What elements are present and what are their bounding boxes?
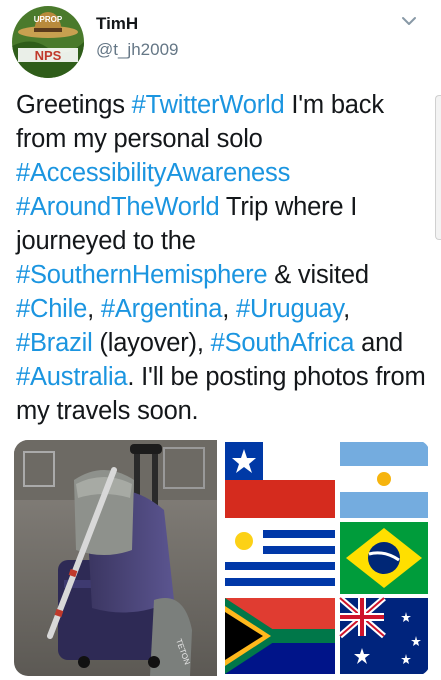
flag-chile (225, 442, 335, 518)
tweet-text-segment: , (87, 295, 101, 323)
avatar[interactable]: UPROP NPS (12, 6, 84, 78)
flag-australia (338, 595, 428, 674)
hashtag-link[interactable]: #Brazil (16, 329, 93, 357)
tweet-text-segment: and (354, 329, 404, 357)
hashtag-link[interactable]: #AccessibilityAwareness (16, 159, 290, 187)
tweet-text-segment: Greetings (16, 91, 132, 119)
tweet-text-segment: (layover), (92, 329, 211, 357)
tweet-text-segment: , (343, 295, 350, 323)
tweet-text-segment: , (222, 295, 236, 323)
user-handle[interactable]: @t_jh2009 (96, 40, 179, 60)
flag-south-africa (225, 598, 335, 674)
scrollbar[interactable] (435, 95, 441, 240)
hashtag-link[interactable]: #SouthAfrica (211, 329, 355, 357)
hashtag-link[interactable]: #Australia (16, 363, 128, 391)
flags-photo[interactable] (223, 440, 430, 676)
hashtag-link[interactable]: #TwitterWorld (132, 91, 285, 119)
hashtag-link[interactable]: #Chile (16, 295, 87, 323)
tweet-text: Greetings #TwitterWorld I'm back from my… (16, 88, 431, 428)
tweet-text-segment: & visited (267, 261, 369, 289)
flag-uruguay (225, 522, 335, 594)
flag-argentina (340, 442, 428, 518)
user-name[interactable]: TimH (96, 14, 138, 34)
hashtag-link[interactable]: #Argentina (101, 295, 223, 323)
tweet-media[interactable]: TETON (14, 440, 430, 676)
hashtag-link[interactable]: #Uruguay (236, 295, 343, 323)
hashtag-link[interactable]: #SouthernHemisphere (16, 261, 268, 289)
chevron-down-icon[interactable] (400, 14, 418, 28)
hashtag-link[interactable]: #AroundTheWorld (16, 193, 220, 221)
avatar-text-top: UPROP (34, 15, 63, 24)
avatar-text-bottom: NPS (35, 48, 62, 63)
avatar-image: UPROP NPS (12, 6, 84, 78)
luggage-photo[interactable]: TETON (14, 440, 217, 676)
flag-brazil (340, 522, 428, 594)
